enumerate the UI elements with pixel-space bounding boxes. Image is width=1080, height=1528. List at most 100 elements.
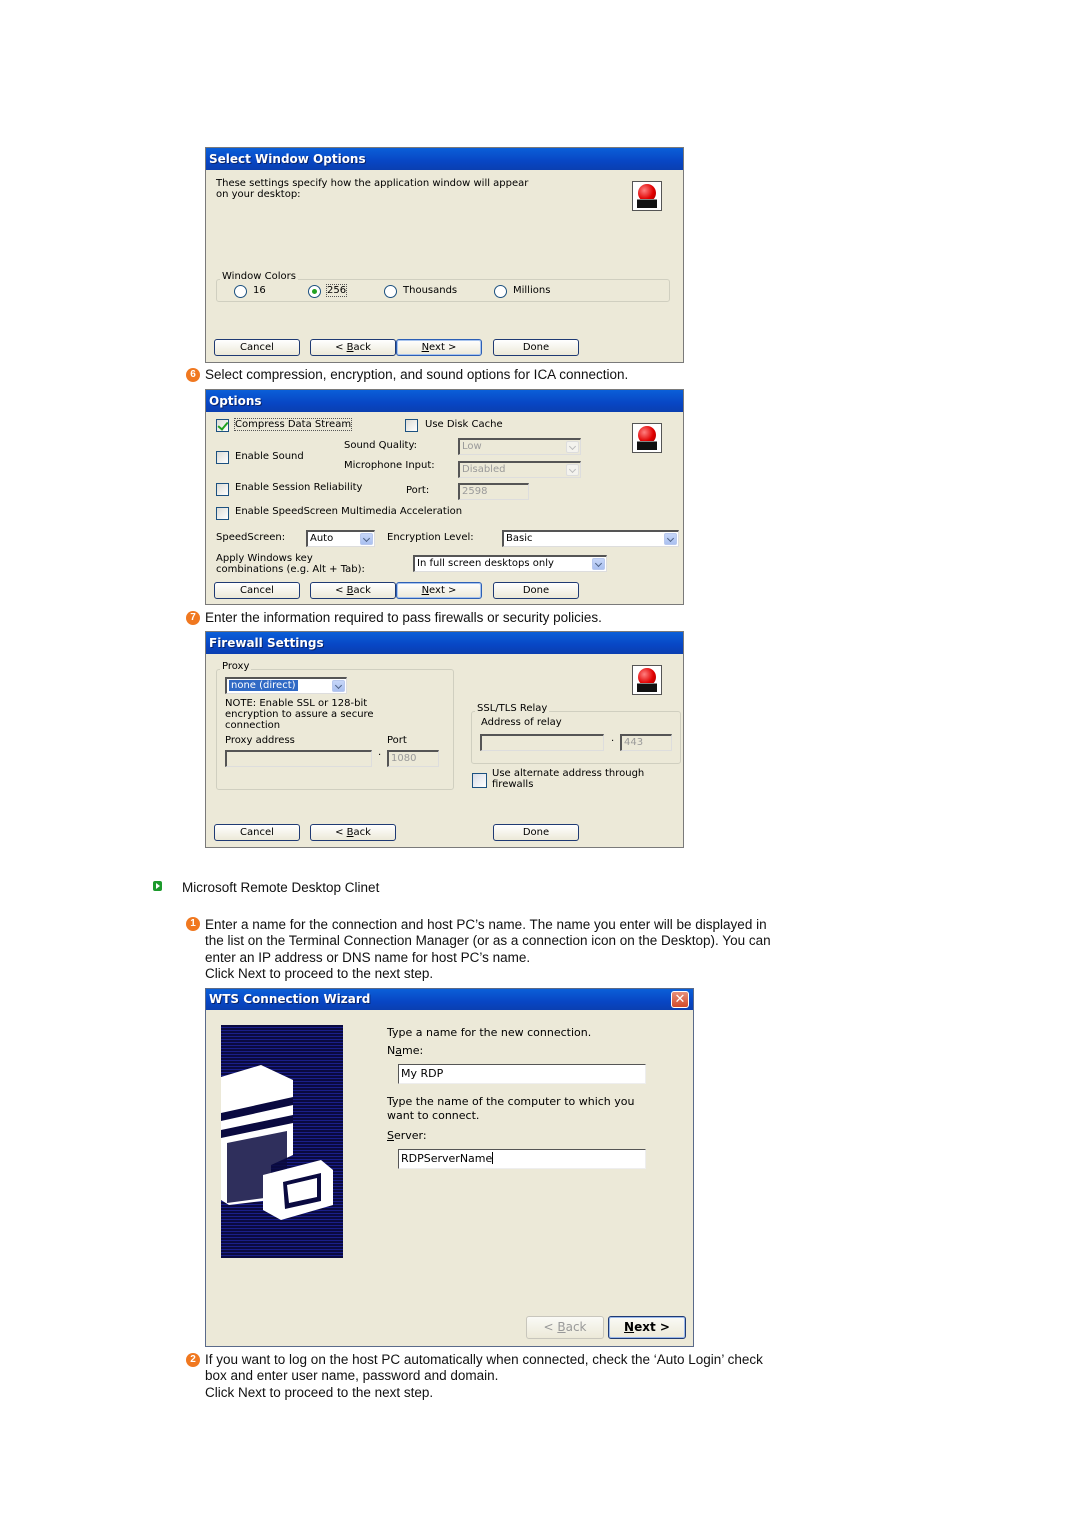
back-prefix: < [335,827,347,838]
server-label: Server: [387,1129,427,1142]
enable-session-reliability-label: Enable Session Reliability [235,482,363,493]
use-disk-cache-checkbox[interactable] [405,419,418,432]
proxy-port-field[interactable]: 1080 [387,750,439,767]
radio-millions[interactable] [494,285,507,298]
back-prefix: < [335,342,347,353]
chevron-down-icon[interactable] [566,441,579,453]
address-port-separator: · [378,750,382,761]
note-line3: connection [225,720,281,731]
back-mnemonic: B [557,1320,566,1334]
server-value: RDPServerName [401,1152,493,1165]
description-line1: These settings specify how the applicati… [216,178,529,189]
next-mnemonic: N [421,585,430,596]
back-button[interactable]: < Back [310,824,396,841]
alternate-address-label-line2: firewalls [492,779,534,790]
chevron-down-icon[interactable] [592,558,605,570]
encryption-level-dropdown[interactable]: Basic [502,530,679,547]
step-1-line3: enter an IP address or DNS name for host… [205,950,531,965]
speedscreen-value: Auto [310,533,334,544]
chevron-down-icon[interactable] [332,680,345,692]
encryption-level-value: Basic [506,533,533,544]
windows-key-label-line2: combinations (e.g. Alt + Tab): [216,564,365,575]
next-button[interactable]: Next > [608,1316,686,1339]
cancel-button[interactable]: Cancel [214,824,300,841]
server-label-mnemonic: S [387,1129,394,1142]
window-colors-legend: Window Colors [220,271,298,282]
note-line1: NOTE: Enable SSL or 128-bit [225,698,368,709]
back-button[interactable]: < Back [526,1316,604,1339]
sound-quality-value: Low [462,441,482,452]
enable-session-reliability-checkbox[interactable] [216,483,229,496]
use-disk-cache-label: Use Disk Cache [425,419,503,430]
enable-sound-checkbox[interactable] [216,451,229,464]
proxy-type-dropdown[interactable]: none (direct) [225,677,347,694]
step-6-text: Select compression, encryption, and soun… [205,367,629,382]
back-mnemonic: B [346,827,354,838]
step-7-text: Enter the information required to pass f… [205,610,602,625]
step-1-line1: Enter a name for the connection and host… [205,917,767,932]
next-button[interactable]: Next > [396,582,482,599]
port-field[interactable]: 2598 [458,483,529,500]
done-button[interactable]: Done [493,582,579,599]
cancel-button[interactable]: Cancel [214,582,300,599]
dialog-title: Firewall Settings [206,632,683,654]
cancel-button[interactable]: Cancel [214,339,300,356]
microphone-input-value: Disabled [462,464,506,475]
compress-data-stream-label: Compress Data Stream [233,418,353,431]
citrix-logo-icon [632,423,662,453]
speedscreen-dropdown[interactable]: Auto [306,530,375,547]
enable-speedscreen-mma-label: Enable SpeedScreen Multimedia Accelerati… [235,506,463,517]
alternate-address-label-line1: Use alternate address through [492,768,645,779]
next-button[interactable]: Next > [396,339,482,356]
sound-quality-dropdown[interactable]: Low [458,438,581,455]
next-mnemonic: N [421,342,430,353]
step-2-badge: 2 [186,1353,200,1367]
relay-port-field[interactable]: 443 [620,734,672,751]
server-input[interactable]: RDPServerName [398,1149,646,1169]
done-button[interactable]: Done [493,339,579,356]
options-dialog: Options Compress Data Stream Use Disk Ca… [205,389,684,605]
radio-thousands[interactable] [384,285,397,298]
step-1-line4: Click Next to proceed to the next step. [205,966,434,981]
chevron-down-icon[interactable] [664,533,677,545]
back-prefix: < [543,1320,558,1334]
chevron-down-icon[interactable] [360,533,373,545]
step-7-badge: 7 [186,611,200,625]
wts-connection-wizard: WTS Connection Wizard ✕ Type a name for … [205,988,694,1347]
proxy-type-value: none (direct) [229,680,298,691]
text-cursor [492,1152,494,1164]
chevron-down-icon[interactable] [566,464,579,476]
relay-address-field[interactable] [480,734,604,751]
enable-sound-label: Enable Sound [235,451,304,462]
next-rest: ext > [634,1320,670,1334]
alternate-address-checkbox[interactable] [472,773,487,788]
sound-quality-label: Sound Quality: [344,440,418,451]
step-6-badge: 6 [186,368,200,382]
enable-speedscreen-mma-checkbox[interactable] [216,507,229,520]
back-button[interactable]: < Back [310,339,396,356]
server-prompt-line2: want to connect. [387,1109,480,1122]
radio-16[interactable] [234,285,247,298]
back-rest: ack [353,827,371,838]
back-button[interactable]: < Back [310,582,396,599]
compress-data-stream-checkbox[interactable] [216,419,229,432]
windows-key-dropdown[interactable]: In full screen desktops only [413,555,607,572]
encryption-level-label: Encryption Level: [387,532,474,543]
radio-thousands-label: Thousands [403,285,458,296]
microphone-input-dropdown[interactable]: Disabled [458,461,581,478]
next-rest: ext > [429,342,457,353]
name-input[interactable]: My RDP [398,1064,646,1084]
proxy-port-label: Port [387,735,407,746]
name-label-pre: N [387,1044,396,1057]
done-button[interactable]: Done [493,824,579,841]
close-icon[interactable]: ✕ [671,991,689,1008]
step-1-badge: 1 [186,917,200,931]
back-rest: ack [353,342,371,353]
dialog-title: Options [206,390,683,412]
relay-address-label: Address of relay [481,717,562,728]
step-2-line2: box and enter user name, password and do… [205,1368,499,1383]
proxy-address-field[interactable] [225,750,372,767]
select-window-options-dialog: Select Window Options These settings spe… [205,147,684,363]
radio-256[interactable] [308,285,321,298]
firewall-settings-dialog: Firewall Settings Proxy none (direct) NO… [205,631,684,848]
